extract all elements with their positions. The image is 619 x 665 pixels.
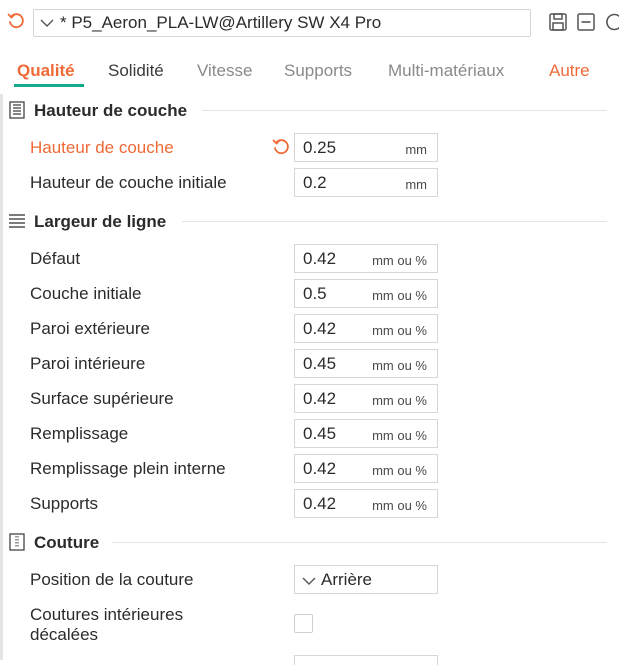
preset-name: * P5_Aeron_PLA-LW@Artillery SW X4 Pro — [60, 13, 382, 32]
preset-select[interactable]: * P5_Aeron_PLA-LW@Artillery SW X4 Pro — [33, 9, 531, 37]
active-tab-indicator — [14, 84, 84, 87]
field-value: 0.42 — [303, 389, 337, 408]
row-label-outer-wall: Paroi extérieure — [30, 319, 151, 338]
section-divider — [182, 221, 607, 222]
tab-vitesse[interactable]: Vitesse — [197, 61, 252, 81]
row-label-staggered-inner-seams: Coutures intérieures décalées — [30, 605, 183, 645]
compare-icon[interactable] — [604, 12, 619, 32]
outer-wall-line-width-input[interactable]: 0.42 mm ou % — [294, 314, 438, 343]
select-value: Arrière — [321, 570, 373, 589]
settings-tabs: Qualité Solidité Vitesse Supports Multi-… — [0, 52, 619, 90]
seam-position-select[interactable]: Arrière — [294, 565, 438, 594]
field-unit: mm ou % — [372, 323, 427, 338]
row-label-top-surface: Surface supérieure — [30, 389, 174, 408]
tab-qualite[interactable]: Qualité — [17, 61, 75, 81]
field-value: 0.42 — [303, 494, 337, 513]
seam-icon — [9, 533, 25, 551]
field-unit: mm — [405, 142, 427, 157]
field-value: 0.42 — [303, 459, 337, 478]
save-icon[interactable] — [548, 12, 568, 32]
row-label-line: décalées — [30, 625, 99, 644]
field-value: 0.25 — [303, 138, 337, 157]
row-label-line: Coutures intérieures — [30, 605, 184, 624]
row-label-infill: Remplissage — [30, 424, 129, 443]
tab-autre[interactable]: Autre — [549, 61, 590, 81]
internal-solid-infill-line-width-input[interactable]: 0.42 mm ou % — [294, 454, 438, 483]
infill-line-width-input[interactable]: 0.45 mm ou % — [294, 419, 438, 448]
field-unit: mm ou % — [372, 428, 427, 443]
field-unit: mm ou % — [372, 463, 427, 478]
field-value: 0.45 — [303, 354, 337, 373]
section-divider — [112, 542, 607, 543]
tab-supports[interactable]: Supports — [284, 61, 352, 81]
section-title-line-width: Largeur de ligne — [34, 212, 167, 231]
top-surface-line-width-input[interactable]: 0.42 mm ou % — [294, 384, 438, 413]
row-label-internal-solid-infill: Remplissage plein interne — [30, 459, 226, 478]
field-value: 0.42 — [303, 319, 337, 338]
inner-wall-line-width-input[interactable]: 0.45 mm ou % — [294, 349, 438, 378]
field-unit: mm ou % — [372, 253, 427, 268]
row-label-seam-position: Position de la couture — [30, 570, 194, 589]
reset-icon[interactable] — [6, 11, 26, 31]
collapse-icon[interactable] — [576, 12, 596, 32]
layer-height-icon — [9, 101, 25, 119]
field-unit: mm ou % — [372, 358, 427, 373]
initial-layer-line-width-input[interactable]: 0.5 mm ou % — [294, 279, 438, 308]
preset-bar: * P5_Aeron_PLA-LW@Artillery SW X4 Pro — [0, 0, 619, 46]
scrollbar[interactable] — [0, 94, 3, 660]
layer-height-input[interactable]: 0.25 mm — [294, 133, 438, 162]
chevron-down-icon — [302, 577, 316, 585]
field-value: 0.42 — [303, 249, 337, 268]
field-value: 0.45 — [303, 424, 337, 443]
section-divider — [202, 110, 607, 111]
line-width-icon — [9, 214, 25, 228]
row-label-initial-layer-height: Hauteur de couche initiale — [30, 173, 227, 192]
row-label-initial-layer: Couche initiale — [30, 284, 142, 303]
section-title-seam: Couture — [34, 533, 100, 552]
tab-solidite[interactable]: Solidité — [108, 61, 164, 81]
default-line-width-input[interactable]: 0.42 mm ou % — [294, 244, 438, 273]
section-title-layer-height: Hauteur de couche — [34, 101, 188, 120]
row-label-supports: Supports — [30, 494, 99, 513]
initial-layer-height-input[interactable]: 0.2 mm — [294, 168, 438, 197]
row-label-layer-height: Hauteur de couche — [30, 138, 174, 157]
staggered-inner-seams-checkbox[interactable] — [294, 614, 313, 633]
tab-multi-materiaux[interactable]: Multi-matériaux — [388, 61, 504, 81]
field-unit: mm ou % — [372, 498, 427, 513]
reset-icon[interactable] — [271, 137, 291, 157]
field-unit: mm ou % — [372, 393, 427, 408]
supports-line-width-input[interactable]: 0.42 mm ou % — [294, 489, 438, 518]
field-unit: mm ou % — [372, 288, 427, 303]
row-label-inner-wall: Paroi intérieure — [30, 354, 146, 373]
chevron-down-icon — [40, 19, 54, 27]
row-label-default: Défaut — [30, 249, 81, 268]
field-unit: mm — [405, 177, 427, 192]
next-field[interactable] — [294, 655, 438, 665]
field-value: 0.5 — [303, 284, 327, 303]
field-value: 0.2 — [303, 173, 327, 192]
